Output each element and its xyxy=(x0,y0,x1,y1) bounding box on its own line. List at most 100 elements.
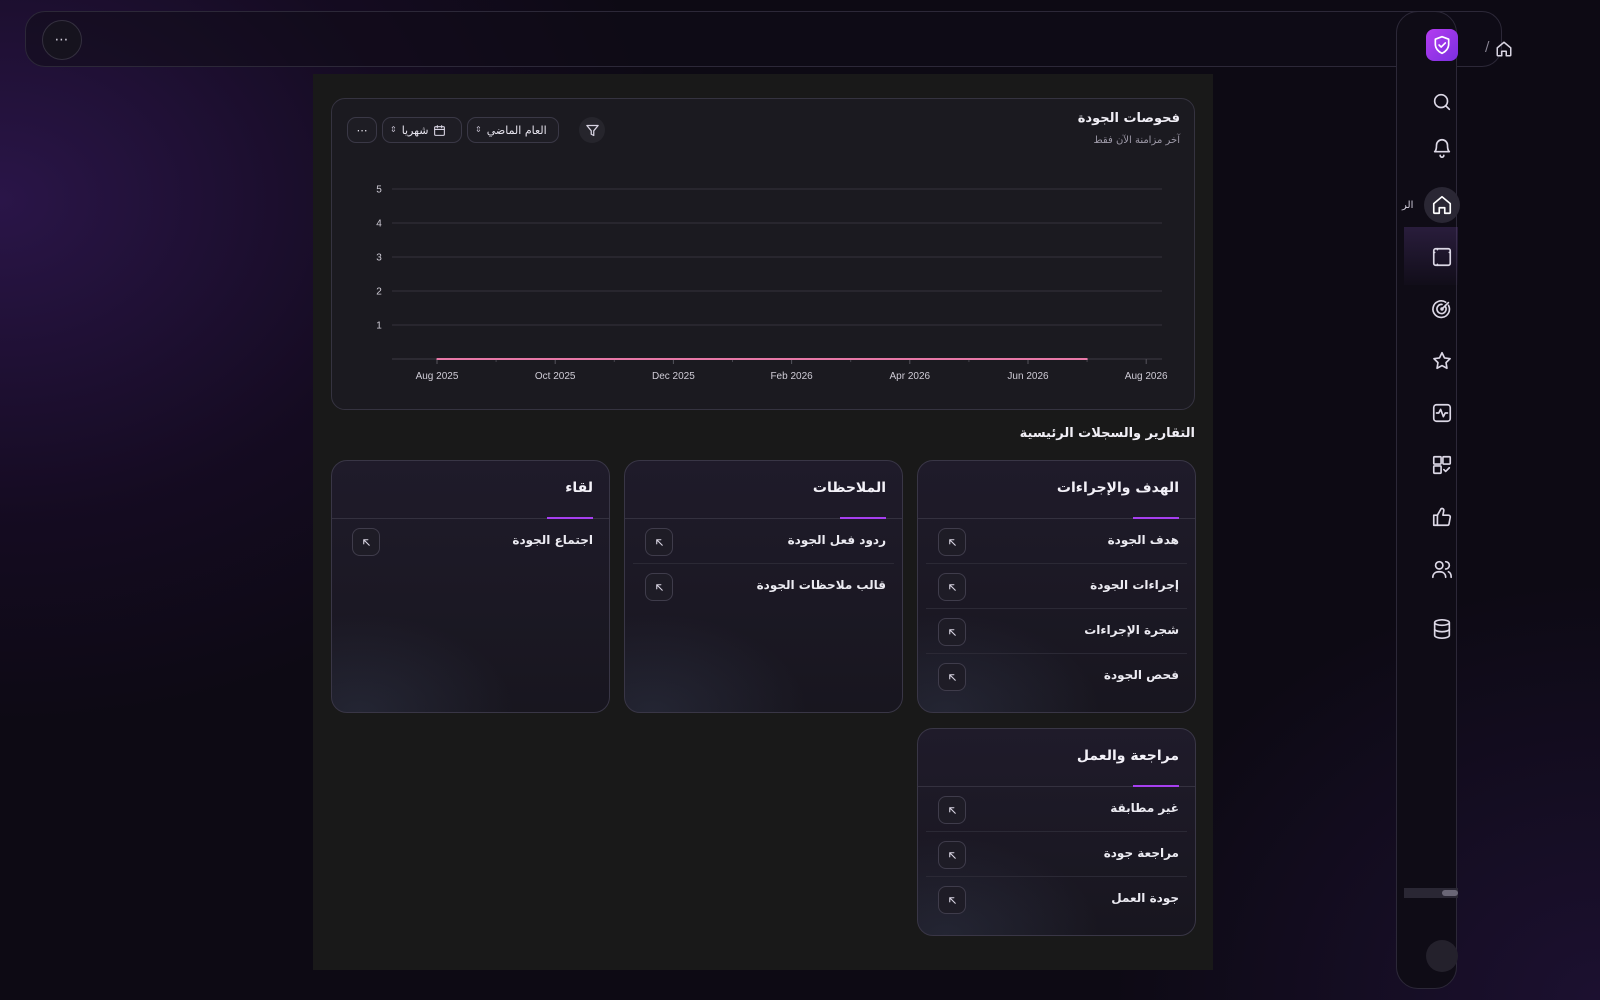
main-content: فحوصات الجودة آخر مزامنة الآن فقط ⋯ ⇕ شه… xyxy=(313,74,1213,970)
updown-icon: ⇕ xyxy=(390,125,397,134)
y-tick-label: 3 xyxy=(376,253,382,264)
arrow-up-left-icon xyxy=(655,538,663,546)
range-select[interactable]: ⇕ العام الماضي xyxy=(467,117,559,143)
x-tick-label: Feb 2026 xyxy=(770,371,813,382)
item-label: غير مطابقة xyxy=(1110,801,1179,815)
more-options-button[interactable]: ⋯ xyxy=(42,20,82,60)
list-item[interactable]: اجتماع الجودة xyxy=(340,519,601,564)
data-point xyxy=(968,358,970,360)
open-arrow-button[interactable] xyxy=(938,573,966,601)
arrow-up-left-icon xyxy=(948,673,956,681)
card-review-work: مراجعة والعمل غير مطابقة مراجعة جودة جود… xyxy=(917,728,1196,936)
item-label: إجراءات الجودة xyxy=(1090,578,1179,592)
open-arrow-button[interactable] xyxy=(352,528,380,556)
item-label: شجرة الإجراءات xyxy=(1084,623,1179,637)
arrow-up-left-icon xyxy=(948,583,956,591)
card-notes: الملاحظات ردود فعل الجودة قالب ملاحظات ا… xyxy=(624,460,903,713)
item-label: اجتماع الجودة xyxy=(512,533,593,547)
open-arrow-button[interactable] xyxy=(938,663,966,691)
rail-scrollbar[interactable] xyxy=(1404,888,1458,898)
x-tick-label: Jun 2026 xyxy=(1007,371,1049,382)
y-tick-label: 4 xyxy=(376,219,382,230)
nav-search[interactable] xyxy=(1424,84,1460,120)
nav-users[interactable] xyxy=(1424,551,1460,587)
arrow-up-left-icon xyxy=(948,806,956,814)
open-arrow-button[interactable] xyxy=(645,528,673,556)
list-item[interactable]: شجرة الإجراءات xyxy=(926,609,1187,654)
data-point xyxy=(1027,358,1029,360)
calendar-icon xyxy=(434,124,446,136)
open-arrow-button[interactable] xyxy=(938,841,966,869)
brand-logo[interactable] xyxy=(1426,29,1458,61)
list-item[interactable]: مراجعة جودة xyxy=(926,832,1187,877)
y-tick-label: 5 xyxy=(376,185,382,196)
layout-icon xyxy=(1432,247,1452,267)
item-label: فحص الجودة xyxy=(1103,668,1179,682)
nav-home[interactable] xyxy=(1424,187,1460,223)
period-select-value: شهريا xyxy=(401,123,429,137)
list-item[interactable]: ردود فعل الجودة xyxy=(633,519,894,564)
data-point xyxy=(554,358,556,360)
list-item[interactable]: قالب ملاحظات الجودة xyxy=(633,564,894,609)
card-goal-procedures: الهدف والإجراءات هدف الجودة إجراءات الجو… xyxy=(917,460,1196,713)
arrow-up-left-icon xyxy=(948,851,956,859)
period-select[interactable]: ⇕ شهريا xyxy=(382,117,462,143)
list-item[interactable]: إجراءات الجودة xyxy=(926,564,1187,609)
shield-check-icon xyxy=(1434,35,1450,55)
card-title: الهدف والإجراءات xyxy=(1056,480,1179,496)
x-tick-label: Dec 2025 xyxy=(652,371,695,382)
star-icon xyxy=(1433,351,1451,370)
list-item[interactable]: جودة العمل xyxy=(926,877,1187,922)
activity-icon xyxy=(1432,403,1452,423)
chart-title: فحوصات الجودة xyxy=(1077,111,1180,126)
side-navigation: الر xyxy=(1396,11,1460,989)
item-label: جودة العمل xyxy=(1111,891,1179,905)
list-item[interactable]: غير مطابقة xyxy=(926,787,1187,832)
filter-button[interactable] xyxy=(579,117,605,143)
user-avatar[interactable] xyxy=(1426,940,1458,972)
arrow-up-left-icon xyxy=(948,896,956,904)
data-point xyxy=(849,358,852,360)
open-arrow-button[interactable] xyxy=(938,886,966,914)
data-point xyxy=(495,358,497,360)
nav-grid-check[interactable] xyxy=(1424,447,1460,483)
quality-checks-chart-card: فحوصات الجودة آخر مزامنة الآن فقط ⋯ ⇕ شه… xyxy=(331,98,1195,410)
updown-icon: ⇕ xyxy=(475,125,482,134)
x-tick-label: Apr 2026 xyxy=(890,371,931,382)
open-arrow-button[interactable] xyxy=(938,796,966,824)
nav-favorites[interactable] xyxy=(1424,343,1460,379)
radar-icon xyxy=(1432,300,1451,319)
data-point xyxy=(731,358,734,360)
data-point xyxy=(613,358,616,360)
scrollbar-thumb[interactable] xyxy=(1442,890,1458,896)
nav-radar[interactable] xyxy=(1424,291,1460,327)
nav-feedback[interactable] xyxy=(1424,499,1460,535)
open-arrow-button[interactable] xyxy=(938,618,966,646)
open-arrow-button[interactable] xyxy=(645,573,673,601)
search-icon xyxy=(1433,93,1451,111)
data-point xyxy=(436,358,438,360)
top-bar: ⋯ ، / xyxy=(25,11,1512,67)
breadcrumb-home-icon[interactable] xyxy=(1495,40,1513,58)
y-tick-label: 1 xyxy=(376,321,382,332)
nav-notifications[interactable] xyxy=(1424,130,1460,166)
card-header: الملاحظات xyxy=(625,461,902,519)
open-arrow-button[interactable] xyxy=(938,528,966,556)
users-icon xyxy=(1432,560,1452,579)
item-label: ردود فعل الجودة xyxy=(787,533,886,547)
nav-activity[interactable] xyxy=(1424,395,1460,431)
chart-more-button[interactable]: ⋯ xyxy=(347,117,377,143)
chart-subtitle: آخر مزامنة الآن فقط xyxy=(1093,135,1180,146)
card-meeting: لقاء اجتماع الجودة xyxy=(331,460,610,713)
list-item[interactable]: هدف الجودة xyxy=(926,519,1187,564)
quality-checks-chart: 1 2 3 4 5 Aug 2025 Oct 2025 Dec 2025 Feb 2026 Apr… xyxy=(376,185,1168,383)
nav-database[interactable] xyxy=(1424,611,1460,647)
x-tick-label: Aug 2025 xyxy=(416,371,459,382)
arrow-up-left-icon xyxy=(948,628,956,636)
list-item[interactable]: فحص الجودة xyxy=(926,654,1187,699)
bell-icon xyxy=(1433,139,1451,158)
arrow-up-left-icon xyxy=(655,583,663,591)
nav-layout[interactable] xyxy=(1424,239,1460,275)
data-point xyxy=(790,358,793,360)
item-label: قالب ملاحظات الجودة xyxy=(756,578,886,592)
